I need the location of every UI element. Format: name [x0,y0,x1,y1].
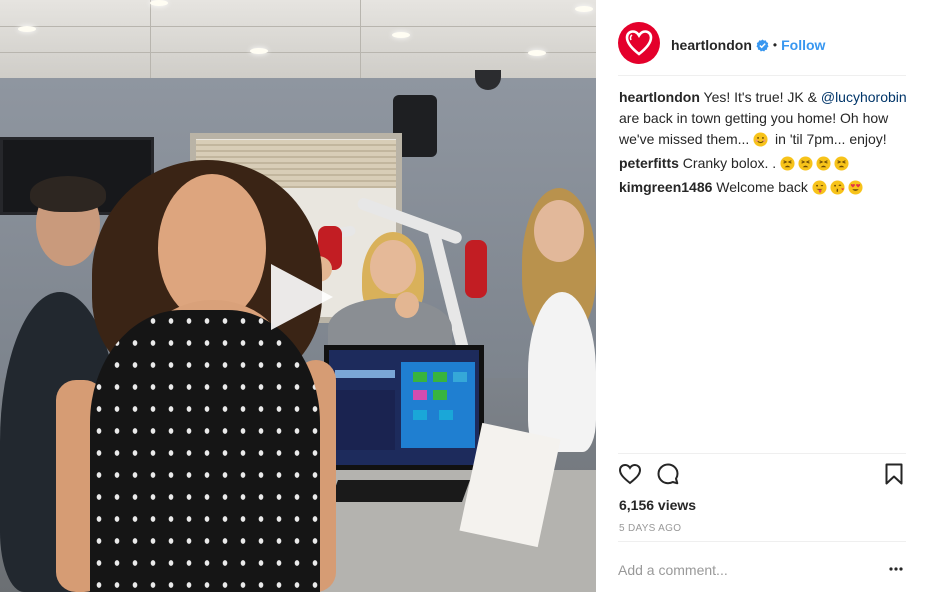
play-icon[interactable] [267,262,337,332]
comment-item: peterfitts Cranky bolox. . [619,153,909,174]
person-body [528,292,596,452]
ceiling-light [150,0,168,6]
post-header: heartlondon • Follow [618,14,906,76]
tired-face-icon [798,156,813,171]
tired-face-icon [780,156,795,171]
section-divider [618,453,906,454]
ceiling-light [392,32,410,38]
user-mention-link[interactable]: @lucyhorobin [821,89,907,105]
account-username[interactable]: heartlondon [671,37,752,53]
ceiling-line [0,26,596,27]
tired-face-icon [816,156,831,171]
polka-dot-dress [90,310,320,592]
tired-face-icon [834,156,849,171]
comment-username[interactable]: kimgreen1486 [619,179,712,195]
ceiling-line [360,0,361,78]
view-count[interactable]: 6,156 views [619,497,696,513]
person-face [370,240,416,294]
person-fist [395,292,419,318]
ceiling-line [0,52,596,53]
ceiling-line [150,0,151,78]
microphone [465,240,487,298]
comment-text: Welcome back [716,179,812,195]
heart-logo-icon [625,30,653,56]
more-options-icon[interactable] [888,561,904,577]
comment-text: Yes! It's true! JK & [703,89,821,105]
account-avatar[interactable] [618,22,660,64]
ceiling-light [528,50,546,56]
comment-text: Cranky bolox. . [682,155,781,171]
ceiling-light [18,26,36,32]
comment-list: heartlondon Yes! It's true! JK & @lucyho… [619,87,909,201]
person-hair [30,176,106,212]
keyboard [329,480,471,502]
comment-input[interactable] [618,562,868,578]
person-face [534,200,584,262]
heart-eyes-face-icon [848,180,863,195]
post-side-panel: heartlondon • Follow heartlondon Yes! It… [596,0,928,592]
tongue-out-face-icon [812,180,827,195]
action-bar [618,462,906,490]
comment-text: in 'til 7pm... enjoy! [771,131,887,147]
studio-ceiling [0,0,596,78]
comment-bubble-icon[interactable] [656,462,680,486]
comment-item: kimgreen1486 Welcome back [619,177,909,198]
add-comment-bar [618,555,906,585]
kissing-face-icon [830,180,845,195]
heart-like-icon[interactable] [618,462,642,486]
header-separator: • [772,37,778,52]
ceiling-light [250,48,268,54]
comment-caption: heartlondon Yes! It's true! JK & @lucyho… [619,87,909,150]
smiling-face-icon [753,132,768,147]
bookmark-save-icon[interactable] [882,462,906,486]
follow-button[interactable]: Follow [781,37,825,53]
verified-badge-icon [756,38,769,52]
ceiling-light [575,6,593,12]
post-timestamp[interactable]: 5 DAYS AGO [619,523,681,534]
section-divider [618,541,906,542]
studio-monitor [324,345,484,470]
comment-username[interactable]: heartlondon [619,89,700,105]
comment-username[interactable]: peterfitts [619,155,679,171]
post-video[interactable] [0,0,596,592]
